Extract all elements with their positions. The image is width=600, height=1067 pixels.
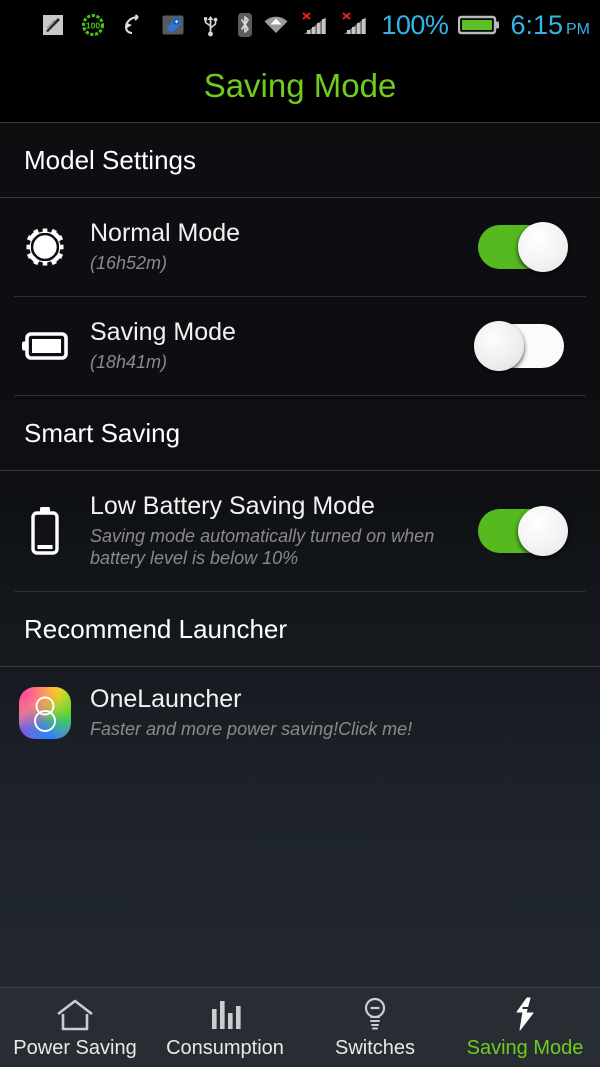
status-bar: 100 100% 6:15 PM [0, 0, 600, 50]
onelauncher-app-icon [0, 687, 90, 739]
signal-no-sim-1-icon [301, 12, 331, 38]
svg-text:100: 100 [86, 21, 100, 31]
row-title: Saving Mode [90, 318, 236, 347]
row-text: OneLauncher Faster and more power saving… [90, 685, 576, 740]
toggle-saving-mode[interactable] [474, 321, 564, 371]
status-bar-right: 100% 6:15 PM [261, 10, 590, 41]
screenshot-pen-icon [42, 13, 64, 37]
blue-app-icon [161, 13, 185, 37]
toggle-cell[interactable] [466, 321, 576, 371]
onelauncher-icon-art [19, 687, 71, 739]
bottom-navigation-bar: Power Saving Consumption Switches Saving… [0, 987, 600, 1067]
phone-screen: 100 100% 6:15 PM Saving Mode Model Setti… [0, 0, 600, 1067]
gesture-swipe-icon [122, 14, 144, 36]
row-text: Saving Mode (18h41m) [90, 318, 466, 373]
nav-label: Power Saving [13, 1036, 137, 1059]
nav-item-consumption[interactable]: Consumption [150, 988, 300, 1067]
row-saving-mode[interactable]: Saving Mode (18h41m) [0, 297, 600, 395]
home-icon [55, 996, 95, 1032]
row-text: Normal Mode (16h52m) [90, 219, 466, 274]
row-title: OneLauncher [90, 685, 242, 714]
toggle-cell[interactable] [466, 222, 576, 272]
battery-horizontal-icon [0, 331, 90, 361]
row-normal-mode[interactable]: Normal Mode (16h52m) [0, 198, 600, 296]
usb-icon [202, 13, 219, 37]
section-title: Model Settings [24, 144, 196, 175]
toggle-knob [518, 506, 568, 556]
toggle-knob [518, 222, 568, 272]
lightbulb-icon [360, 996, 390, 1032]
nav-item-switches[interactable]: Switches [300, 988, 450, 1067]
page-title: Saving Mode [203, 67, 397, 104]
lightning-bolt-icon [509, 996, 541, 1032]
battery-vertical-low-icon [0, 505, 90, 557]
wifi-icon [261, 13, 291, 37]
bar-chart-icon [208, 996, 242, 1032]
section-title: Smart Saving [24, 417, 181, 448]
clock-ampm: PM [566, 20, 590, 38]
clock-time: 6:15 [510, 9, 563, 40]
section-header-model-settings: Model Settings [0, 123, 600, 198]
toggle-normal-mode[interactable] [478, 222, 568, 272]
status-bar-left-icons: 100 [42, 12, 261, 38]
clock: 6:15 PM [510, 10, 590, 41]
section-header-smart-saving: Smart Saving [0, 396, 600, 471]
title-bar: Saving Mode [0, 50, 600, 123]
row-title: Normal Mode [90, 219, 241, 248]
toggle-cell[interactable] [466, 506, 576, 556]
nav-label: Switches [334, 1036, 416, 1059]
signal-no-sim-2-icon [341, 12, 371, 38]
battery-full-icon [458, 14, 500, 36]
row-subtitle: Saving mode automatically turned on when… [90, 525, 435, 569]
battery-100-badge-icon: 100 [81, 13, 105, 37]
toggle-knob [474, 321, 524, 371]
nav-label: Saving Mode [466, 1036, 584, 1059]
brightness-gear-icon [0, 225, 90, 269]
nav-item-power-saving[interactable]: Power Saving [0, 988, 150, 1067]
row-title: Low Battery Saving Mode [90, 492, 375, 521]
row-onelauncher[interactable]: OneLauncher Faster and more power saving… [0, 667, 600, 759]
row-low-battery-saving-mode[interactable]: Low Battery Saving Mode Saving mode auto… [0, 471, 600, 591]
nav-label: Consumption [166, 1036, 284, 1059]
battery-percent-label: 100% [381, 9, 449, 40]
toggle-low-battery-saving-mode[interactable] [478, 506, 568, 556]
nav-item-saving-mode[interactable]: Saving Mode [450, 988, 600, 1067]
bluetooth-icon [236, 12, 254, 38]
row-text: Low Battery Saving Mode Saving mode auto… [90, 492, 466, 570]
row-subtitle: (18h41m) [90, 352, 168, 373]
row-subtitle: Faster and more power saving!Click me! [90, 719, 413, 740]
section-title: Recommend Launcher [24, 613, 288, 644]
section-header-recommend-launcher: Recommend Launcher [0, 592, 600, 667]
row-subtitle: (16h52m) [90, 253, 168, 274]
